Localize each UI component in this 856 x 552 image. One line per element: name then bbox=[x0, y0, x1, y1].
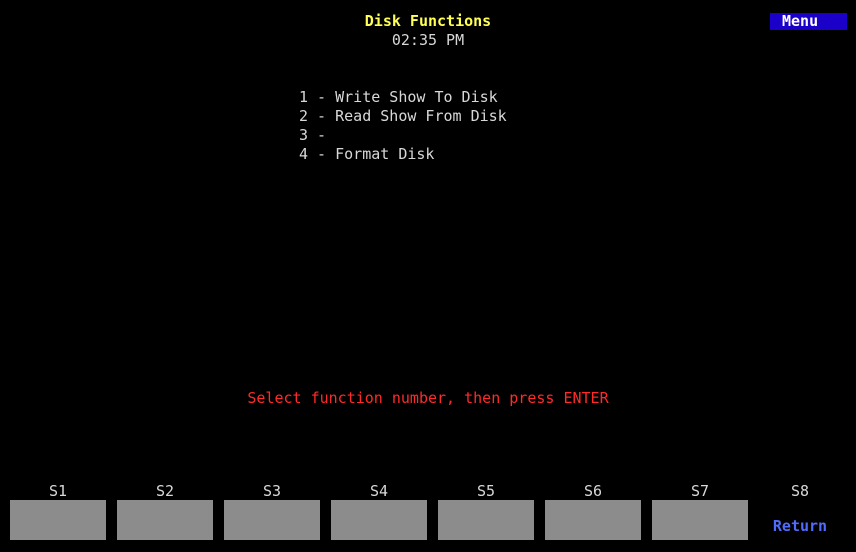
page-title: Disk Functions bbox=[364, 12, 492, 30]
softkey-label-s2: S2 bbox=[155, 482, 175, 500]
softkey-s3[interactable] bbox=[224, 500, 320, 540]
clock-display: 02:35 PM bbox=[391, 31, 465, 49]
softkey-s2[interactable] bbox=[117, 500, 213, 540]
softkey-labels: S1 S2 S3 S4 S5 S6 S7 S8 bbox=[0, 482, 856, 501]
console-screen: Disk Functions 02:35 PM Menu 1 - Write S… bbox=[0, 0, 856, 552]
softkey-label-s6: S6 bbox=[583, 482, 603, 500]
softkey-s6[interactable] bbox=[545, 500, 641, 540]
softkey-label-s1: S1 bbox=[48, 482, 68, 500]
softkey-label-s4: S4 bbox=[369, 482, 389, 500]
menu-item-write-show[interactable]: 1 - Write Show To Disk bbox=[299, 88, 507, 107]
menu-badge[interactable]: Menu bbox=[770, 13, 847, 30]
softkey-s5[interactable] bbox=[438, 500, 534, 540]
softkey-s4[interactable] bbox=[331, 500, 427, 540]
menu-item-format-disk[interactable]: 4 - Format Disk bbox=[299, 145, 507, 164]
menu-item-3[interactable]: 3 - bbox=[299, 126, 507, 145]
softkey-label-s3: S3 bbox=[262, 482, 282, 500]
softkey-bar: Return bbox=[0, 500, 856, 540]
softkey-label-s8: S8 bbox=[790, 482, 810, 500]
instruction-prompt: Select function number, then press ENTER bbox=[247, 389, 609, 407]
softkey-label-s7: S7 bbox=[690, 482, 710, 500]
return-label: Return bbox=[772, 517, 828, 535]
softkey-label-s5: S5 bbox=[476, 482, 496, 500]
softkey-s7[interactable] bbox=[652, 500, 748, 540]
return-softkey-s8[interactable]: Return bbox=[752, 500, 848, 540]
disk-function-menu: 1 - Write Show To Disk 2 - Read Show Fro… bbox=[299, 88, 507, 164]
softkey-s1[interactable] bbox=[10, 500, 106, 540]
menu-item-read-show[interactable]: 2 - Read Show From Disk bbox=[299, 107, 507, 126]
